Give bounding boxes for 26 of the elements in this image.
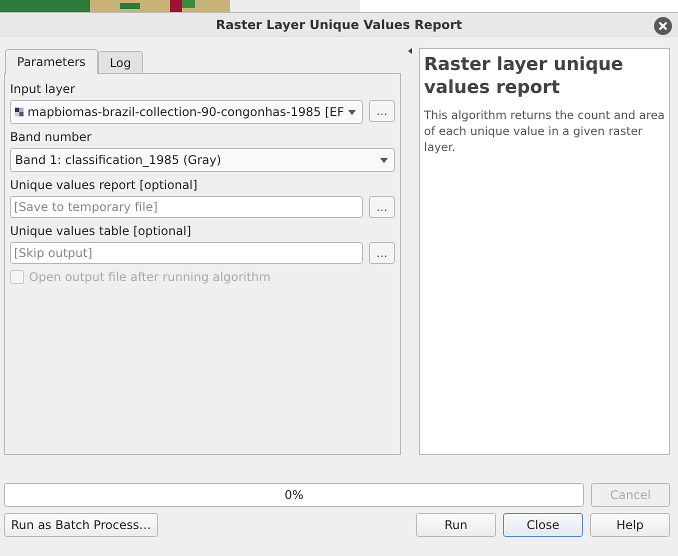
layer-dropdown[interactable]: mapbiomas-brazil-collection-90-congonhas-1985 [EF [10, 100, 363, 124]
dialog-button[interactable]: Run [416, 513, 496, 537]
window-title: Raster Layer Unique Values Report [216, 17, 462, 32]
output-field[interactable]: [Skip output] [10, 242, 363, 264]
caret-icon [380, 158, 388, 162]
field-label: Unique values report [optional] [10, 177, 198, 194]
output-field[interactable]: [Save to temporary file] [10, 196, 363, 218]
tab[interactable]: Log [98, 51, 144, 73]
tab[interactable]: Parameters [5, 49, 98, 74]
raster-icon [15, 105, 24, 119]
dialog-button[interactable]: Close [503, 513, 583, 537]
caret-icon [348, 110, 356, 114]
progress-bar: 0% [4, 483, 584, 507]
help-title: Raster layer unique values report [424, 53, 624, 99]
browse-button[interactable]: … [369, 242, 395, 264]
close-icon[interactable] [654, 17, 672, 35]
collapse-icon[interactable] [408, 48, 412, 54]
help-text: This algorithm returns the count and area of each unique value in a given raster layer. [424, 107, 665, 155]
browse-button[interactable]: … [369, 100, 395, 122]
field-label: Unique values table [optional] [10, 223, 192, 240]
dialog-button[interactable]: Help [590, 513, 670, 537]
field-label: Input layer [10, 81, 76, 98]
band-dropdown[interactable]: Band 1: classification_1985 (Gray) [10, 148, 395, 172]
browse-button[interactable]: … [369, 196, 395, 218]
dialog-button[interactable]: Run as Batch Process… [4, 513, 158, 537]
field-label: Band number [10, 129, 92, 146]
